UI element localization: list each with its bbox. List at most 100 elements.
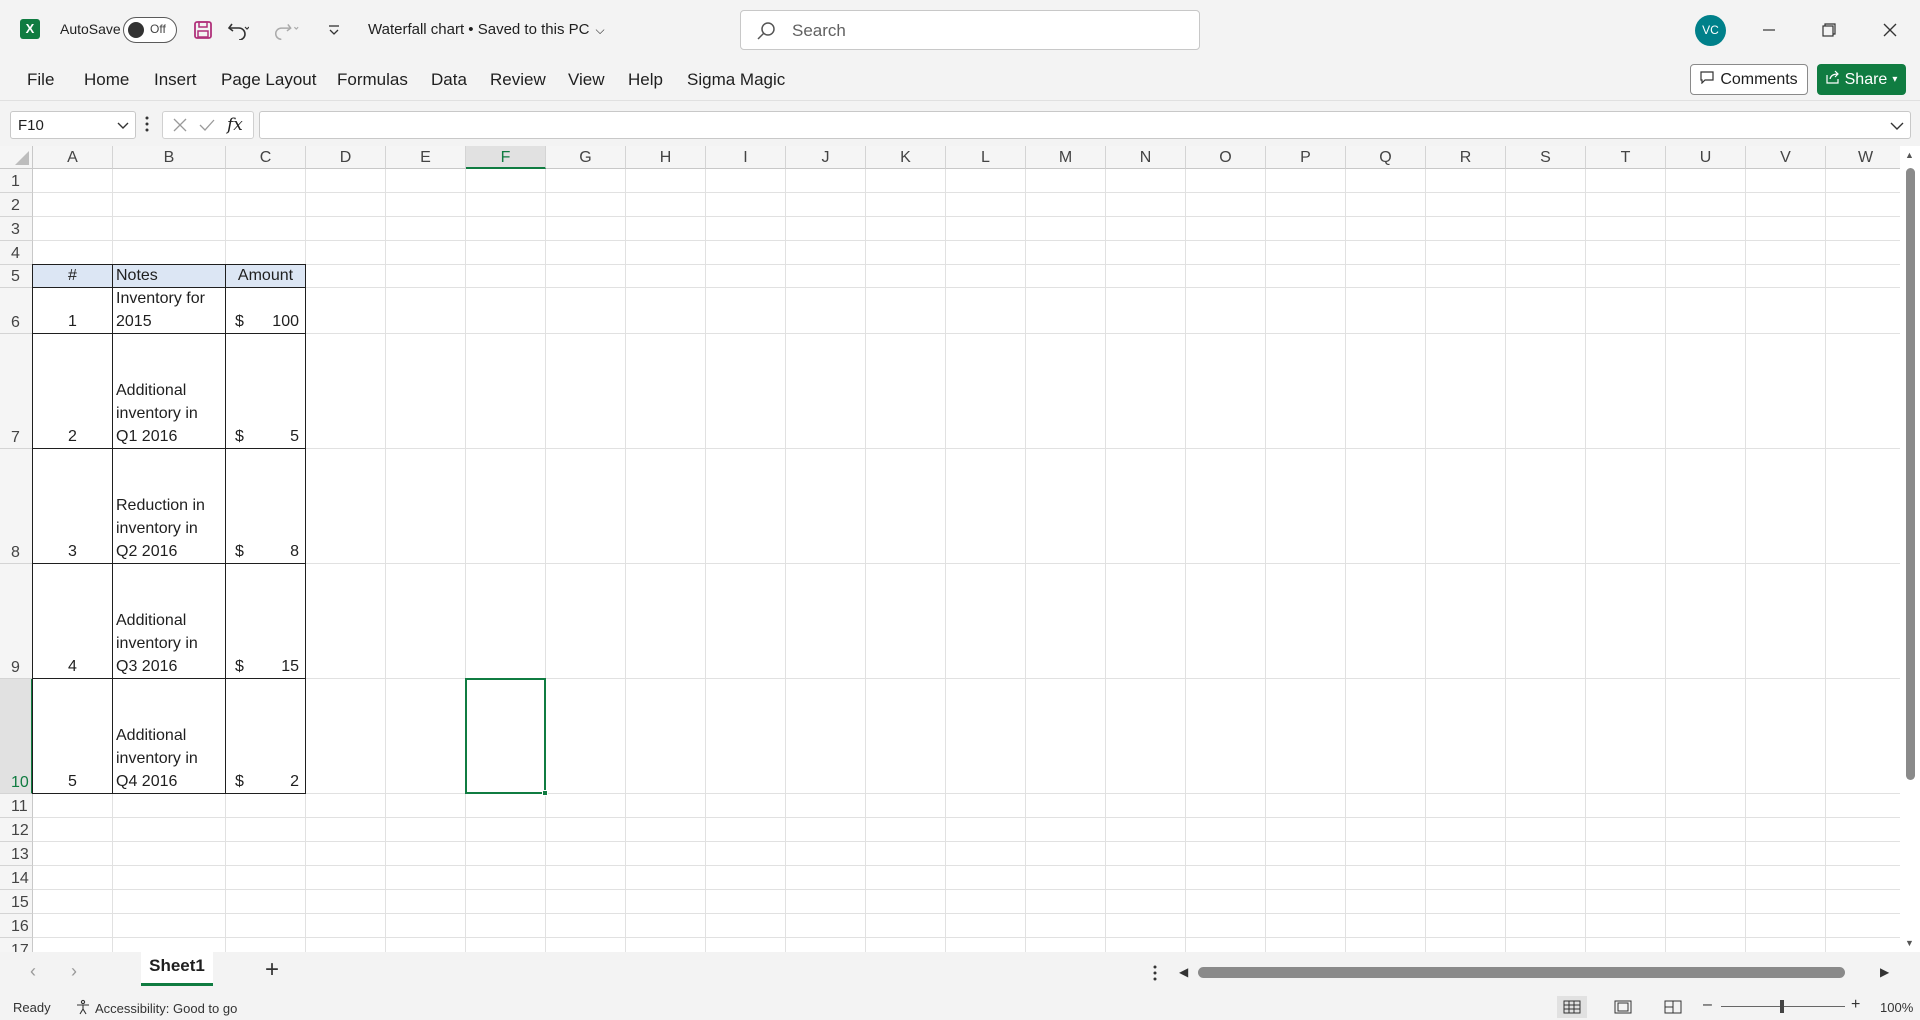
column-header-c[interactable]: C [226, 146, 306, 169]
row-header-10[interactable]: 10 [0, 679, 33, 794]
column-header-d[interactable]: D [306, 146, 386, 169]
fill-handle[interactable] [542, 790, 548, 796]
cell-amount[interactable]: $100 [225, 287, 306, 334]
table-header-cell[interactable]: Notes [112, 264, 226, 288]
vertical-scrollbar[interactable]: ▲ ▼ [1900, 146, 1920, 952]
add-sheet-button[interactable]: + [265, 956, 279, 984]
cell-number[interactable]: 5 [32, 678, 113, 794]
row-header-11[interactable]: 11 [0, 794, 33, 818]
column-header-u[interactable]: U [1666, 146, 1746, 169]
column-header-r[interactable]: R [1426, 146, 1506, 169]
table-header-cell[interactable]: # [32, 264, 113, 288]
page-layout-view-icon[interactable] [1608, 996, 1638, 1018]
row-header-14[interactable]: 14 [0, 866, 33, 890]
normal-view-icon[interactable] [1557, 996, 1587, 1018]
sheet-tab-sheet1[interactable]: Sheet1 [141, 952, 213, 986]
tab-page-layout[interactable]: Page Layout [221, 70, 316, 90]
column-header-k[interactable]: K [866, 146, 946, 169]
row-header-8[interactable]: 8 [0, 449, 33, 564]
tab-view[interactable]: View [568, 70, 605, 90]
row-header-3[interactable]: 3 [0, 217, 33, 241]
tab-data[interactable]: Data [431, 70, 467, 90]
column-header-l[interactable]: L [946, 146, 1026, 169]
selected-cell[interactable] [465, 678, 548, 796]
cell-amount[interactable]: $8 [225, 448, 306, 564]
chevron-down-icon[interactable] [117, 118, 129, 135]
comments-button[interactable]: Comments [1690, 64, 1808, 95]
row-header-12[interactable]: 12 [0, 818, 33, 842]
column-header-f[interactable]: F [466, 146, 546, 169]
column-header-t[interactable]: T [1586, 146, 1666, 169]
cell-amount[interactable]: $5 [225, 333, 306, 449]
more-options-icon[interactable] [1152, 964, 1158, 987]
cell-amount[interactable]: $15 [225, 563, 306, 679]
share-button[interactable]: Share ▾ [1817, 64, 1906, 95]
row-header-13[interactable]: 13 [0, 842, 33, 866]
vertical-scroll-thumb[interactable] [1906, 168, 1915, 780]
tab-home[interactable]: Home [84, 70, 129, 90]
column-header-o[interactable]: O [1186, 146, 1266, 169]
close-icon[interactable] [1875, 15, 1905, 45]
table-header-cell[interactable]: Amount [225, 264, 306, 288]
zoom-in-button[interactable]: + [1851, 996, 1860, 1014]
next-sheet-icon[interactable]: › [71, 961, 77, 982]
cell-notes[interactable]: Additional inventory in Q4 2016 [112, 678, 226, 794]
row-header-5[interactable]: 5 [0, 265, 33, 288]
restore-icon[interactable] [1814, 15, 1844, 45]
row-header-1[interactable]: 1 [0, 169, 33, 193]
horizontal-scroll-thumb[interactable] [1198, 967, 1845, 978]
tab-insert[interactable]: Insert [154, 70, 197, 90]
tab-file[interactable]: File [27, 70, 54, 90]
prev-sheet-icon[interactable]: ‹ [30, 961, 36, 982]
select-all-button[interactable] [0, 146, 33, 169]
document-title[interactable]: Waterfall chart • Saved to this PC ⌵ [368, 21, 605, 38]
avatar[interactable]: VC [1695, 15, 1726, 46]
cell-notes[interactable]: Additional inventory in Q3 2016 [112, 563, 226, 679]
page-break-view-icon[interactable] [1658, 996, 1688, 1018]
cell-number[interactable]: 3 [32, 448, 113, 564]
zoom-slider-thumb[interactable] [1780, 1000, 1784, 1013]
column-header-g[interactable]: G [546, 146, 626, 169]
column-header-s[interactable]: S [1506, 146, 1586, 169]
autosave-toggle[interactable]: Off [123, 17, 177, 43]
insert-function-icon[interactable]: fx [227, 115, 243, 135]
row-header-6[interactable]: 6 [0, 288, 33, 334]
cell-amount[interactable]: $2 [225, 678, 306, 794]
worksheet-grid[interactable]: ABCDEFGHIJKLMNOPQRSTUVW 1 2 3 4 5 6 7 8 9 10 11 12 1… [0, 146, 1920, 952]
row-header-16[interactable]: 16 [0, 914, 33, 938]
column-header-p[interactable]: P [1266, 146, 1346, 169]
scroll-left-icon[interactable]: ◀ [1179, 965, 1188, 979]
column-header-n[interactable]: N [1106, 146, 1186, 169]
enter-icon[interactable] [199, 118, 215, 137]
name-box[interactable]: F10 [10, 111, 136, 139]
cell-number[interactable]: 4 [32, 563, 113, 679]
column-header-w[interactable]: W [1826, 146, 1906, 169]
undo-icon[interactable] [224, 16, 252, 44]
column-header-a[interactable]: A [33, 146, 113, 169]
tab-sigma-magic[interactable]: Sigma Magic [687, 70, 785, 90]
column-header-q[interactable]: Q [1346, 146, 1426, 169]
tab-formulas[interactable]: Formulas [337, 70, 408, 90]
scroll-right-icon[interactable]: ▶ [1880, 965, 1889, 979]
row-header-4[interactable]: 4 [0, 241, 33, 265]
column-header-h[interactable]: H [626, 146, 706, 169]
row-header-2[interactable]: 2 [0, 193, 33, 217]
customize-quick-access-icon[interactable] [320, 16, 348, 44]
cell-number[interactable]: 2 [32, 333, 113, 449]
scroll-up-icon[interactable]: ▲ [1905, 150, 1914, 160]
column-header-j[interactable]: J [786, 146, 866, 169]
column-header-i[interactable]: I [706, 146, 786, 169]
redo-icon[interactable] [272, 16, 300, 44]
cancel-icon[interactable] [173, 118, 187, 137]
tab-review[interactable]: Review [490, 70, 546, 90]
row-header-15[interactable]: 15 [0, 890, 33, 914]
more-options-icon[interactable] [144, 114, 150, 139]
minimize-icon[interactable] [1754, 15, 1784, 45]
column-header-e[interactable]: E [386, 146, 466, 169]
column-header-m[interactable]: M [1026, 146, 1106, 169]
formula-input[interactable] [259, 111, 1911, 139]
scroll-down-icon[interactable]: ▼ [1905, 938, 1914, 948]
cell-notes[interactable]: Additional inventory in Q1 2016 [112, 333, 226, 449]
column-header-v[interactable]: V [1746, 146, 1826, 169]
row-header-9[interactable]: 9 [0, 564, 33, 679]
